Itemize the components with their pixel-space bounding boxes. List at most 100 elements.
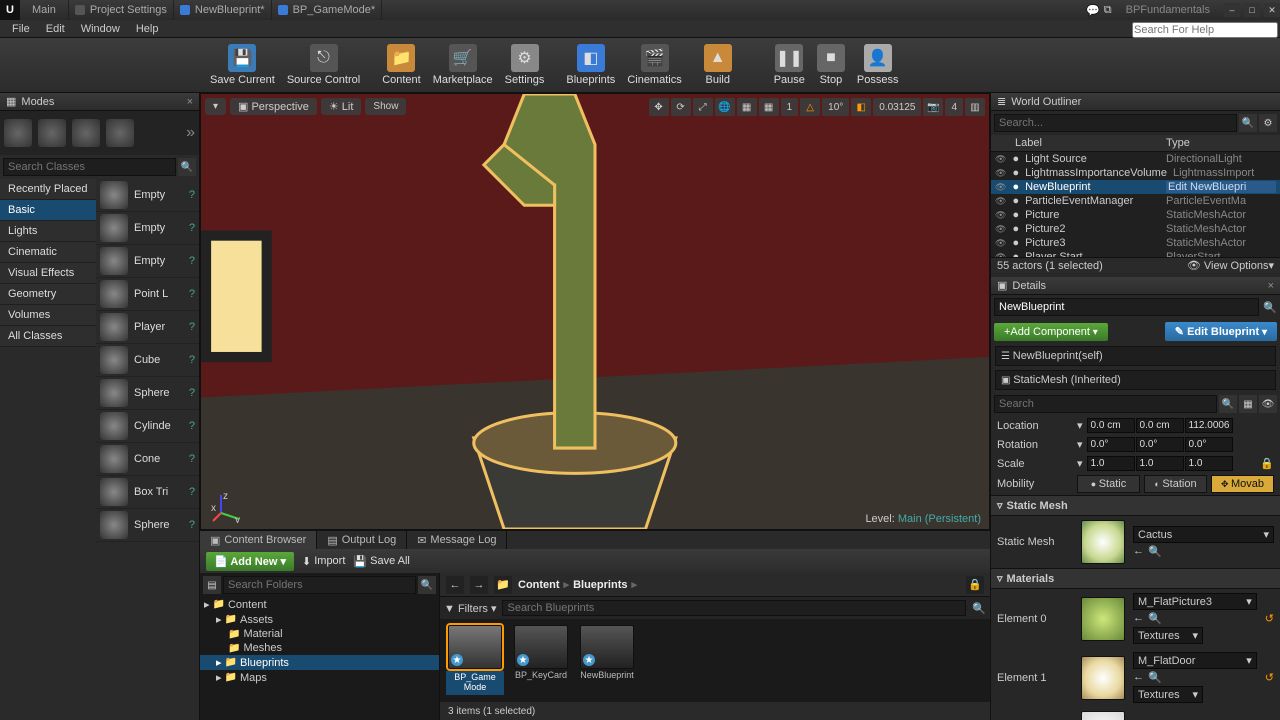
placer-item[interactable]: Box Tri?	[96, 476, 199, 509]
static-mesh-thumb[interactable]	[1081, 520, 1125, 564]
outliner-row[interactable]: 👁●ParticleEventManagerParticleEventMa	[991, 194, 1280, 208]
matrix-icon[interactable]: ▦	[1239, 395, 1257, 413]
tree-folder[interactable]: ▸ 📁 Blueprints	[200, 655, 439, 670]
search-icon[interactable]: 🔍	[1239, 114, 1257, 132]
use-icon[interactable]: ←	[1133, 612, 1144, 625]
mobility-static[interactable]: ● Static	[1077, 475, 1140, 493]
outliner-row[interactable]: 👁●Picture2StaticMeshActor	[991, 222, 1280, 236]
component-staticmesh[interactable]: ▣ StaticMesh (Inherited)	[995, 370, 1276, 390]
folder-icon[interactable]: 📁	[494, 576, 512, 594]
cinematics-button[interactable]: 🎬Cinematics	[621, 42, 687, 88]
tab-message-log[interactable]: ✉Message Log	[407, 531, 507, 549]
close-button[interactable]: ✕	[1264, 3, 1280, 17]
search-icon[interactable]: 🔍	[972, 602, 986, 615]
visibility-icon[interactable]: 👁	[995, 182, 1006, 193]
category-lights[interactable]: Lights	[0, 221, 96, 242]
outliner-row[interactable]: 👁●NewBlueprintEdit NewBluepri	[991, 180, 1280, 194]
details-search-input[interactable]	[994, 395, 1217, 413]
placer-item[interactable]: Cylinde?	[96, 410, 199, 443]
mobility-stationary[interactable]: ◐ Station	[1144, 475, 1207, 493]
viewport-layout-icon[interactable]: ▥	[965, 98, 985, 116]
viewport[interactable]: ▾ ▣Perspective ☀Lit Show ✥ ⟳ ⤢ 🌐 ▦ ▦ 1 △…	[200, 93, 990, 530]
tab-project-settings[interactable]: Project Settings	[69, 0, 174, 20]
edit-blueprint-button[interactable]: ✎ Edit Blueprint ▾	[1165, 322, 1277, 341]
reset-icon[interactable]: ↺	[1265, 612, 1274, 625]
paint-mode-icon[interactable]	[38, 119, 66, 147]
blueprints-button[interactable]: ◧Blueprints	[560, 42, 621, 88]
info-icon[interactable]: ?	[189, 387, 195, 399]
loc-z-input[interactable]	[1185, 418, 1233, 433]
close-icon[interactable]: ×	[187, 96, 193, 108]
visibility-icon[interactable]: 👁	[995, 210, 1006, 221]
menu-file[interactable]: File	[4, 23, 38, 35]
scale-x-input[interactable]	[1087, 456, 1135, 471]
use-icon[interactable]: ←	[1133, 545, 1144, 558]
placer-item[interactable]: Empty?	[96, 245, 199, 278]
outliner-search-input[interactable]	[994, 114, 1237, 132]
category-volumes[interactable]: Volumes	[0, 305, 96, 326]
loc-y-input[interactable]	[1136, 418, 1184, 433]
search-classes-input[interactable]	[3, 158, 176, 176]
lit-button[interactable]: ☀Lit	[321, 98, 362, 115]
outliner-list[interactable]: 👁●Light SourceDirectionalLight👁●Lightmas…	[991, 152, 1280, 257]
rot-y-input[interactable]	[1136, 437, 1184, 452]
visibility-icon[interactable]: 👁	[995, 224, 1006, 235]
grid-snap-value[interactable]: 1	[781, 98, 799, 116]
use-icon[interactable]: ←	[1133, 671, 1144, 684]
viewport-dropdown[interactable]: ▾	[205, 98, 226, 115]
visibility-icon[interactable]: 👁	[995, 154, 1006, 165]
scale-snap-icon[interactable]: ◧	[851, 98, 871, 116]
eye-icon[interactable]: 👁	[1259, 395, 1277, 413]
tree-folder[interactable]: ▸ 📁 Maps	[200, 670, 439, 685]
add-new-button[interactable]: 📄 Add New ▾	[206, 552, 294, 571]
rot-x-input[interactable]	[1087, 437, 1135, 452]
angle-snap-icon[interactable]: △	[800, 98, 820, 116]
search-icon[interactable]: 🔍	[1219, 395, 1237, 413]
reset-icon[interactable]: ↺	[1265, 671, 1274, 684]
tab-gamemode[interactable]: BP_GameMode*	[272, 0, 383, 20]
info-icon[interactable]: ?	[189, 189, 195, 201]
placer-item[interactable]: Empty?	[96, 179, 199, 212]
category-cinematic[interactable]: Cinematic	[0, 242, 96, 263]
transform-scale-icon[interactable]: ⤢	[693, 98, 713, 116]
chevron-down-icon[interactable]: ▾	[1077, 419, 1083, 432]
material1-dropdown[interactable]: M_FlatDoor▾	[1133, 652, 1257, 669]
close-icon[interactable]: ×	[1268, 280, 1274, 292]
info-icon[interactable]: ?	[189, 453, 195, 465]
outliner-row[interactable]: 👁●PictureStaticMeshActor	[991, 208, 1280, 222]
info-icon[interactable]: ?	[189, 222, 195, 234]
materials-section[interactable]: ▿ Materials	[991, 568, 1280, 589]
menu-window[interactable]: Window	[73, 23, 128, 35]
save-all-button[interactable]: 💾 Save All	[353, 555, 409, 568]
menu-help[interactable]: Help	[128, 23, 167, 35]
info-icon[interactable]: ?	[189, 354, 195, 366]
material0-thumb[interactable]	[1081, 597, 1125, 641]
landscape-mode-icon[interactable]	[72, 119, 100, 147]
category-recently-placed[interactable]: Recently Placed	[0, 179, 96, 200]
tab-content-browser[interactable]: ▣Content Browser	[200, 531, 317, 549]
category-geometry[interactable]: Geometry	[0, 284, 96, 305]
place-mode-icon[interactable]	[4, 119, 32, 147]
tab-output-log[interactable]: ▤Output Log	[317, 531, 407, 549]
source-icon[interactable]: ⧉	[1104, 4, 1112, 17]
transform-rotate-icon[interactable]: ⟳	[671, 98, 691, 116]
loc-x-input[interactable]	[1087, 418, 1135, 433]
scale-snap-value[interactable]: 0.03125	[873, 98, 921, 116]
tree-folder[interactable]: ▸ 📁 Assets	[200, 612, 439, 627]
asset-tile[interactable]: ★NewBlueprint	[578, 625, 636, 681]
scale-y-input[interactable]	[1136, 456, 1184, 471]
info-icon[interactable]: ?	[189, 288, 195, 300]
chevron-down-icon[interactable]: ▾	[1077, 457, 1083, 470]
search-icon[interactable]: 🔍	[178, 158, 196, 176]
maximize-button[interactable]: □	[1244, 3, 1260, 17]
col-type[interactable]: Type	[1166, 137, 1276, 149]
tree-folder[interactable]: 📁 Material	[200, 627, 439, 641]
lock-icon[interactable]: 🔒	[1260, 457, 1274, 470]
possess-button[interactable]: 👤Possess	[851, 42, 905, 88]
category-all-classes[interactable]: All Classes	[0, 326, 96, 347]
outliner-row[interactable]: 👁●Player StartPlayerStart	[991, 250, 1280, 257]
pause-button[interactable]: ❚❚Pause	[768, 42, 811, 88]
add-component-button[interactable]: +Add Component ▾	[994, 323, 1108, 341]
build-button[interactable]: ▲Build	[698, 42, 738, 88]
surface-snap-icon[interactable]: ▦	[737, 98, 757, 116]
